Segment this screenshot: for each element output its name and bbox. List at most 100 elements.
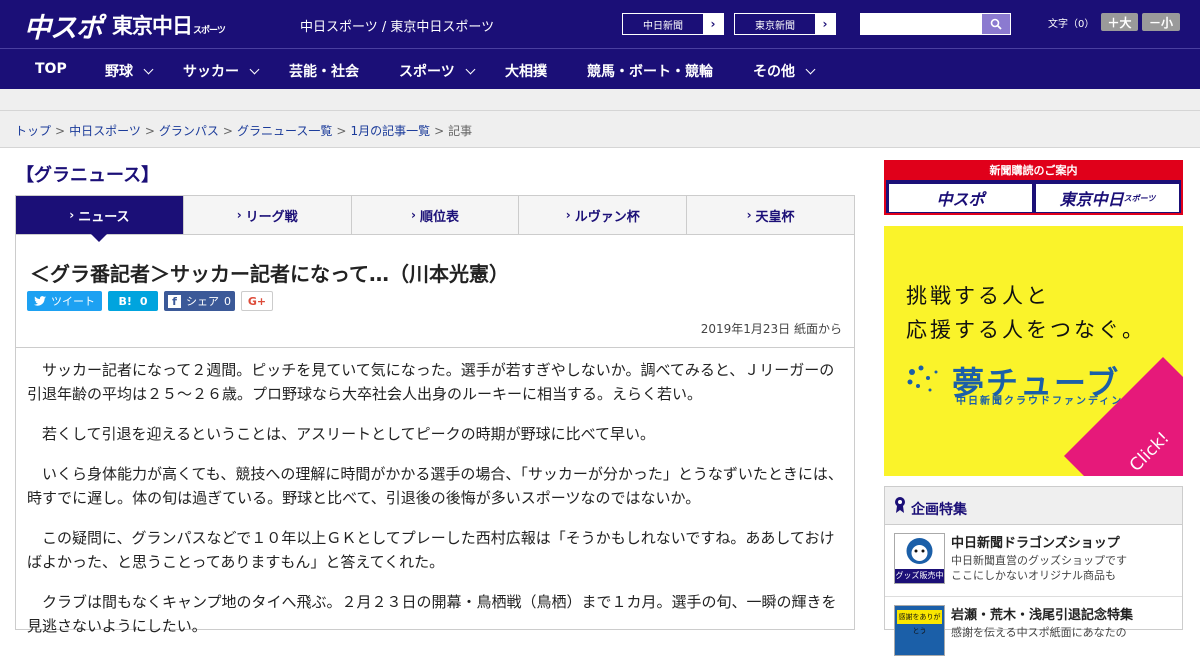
thumbnail-label: グッズ販売中 xyxy=(895,569,944,583)
yume-tube-ad[interactable]: 挑戦する人と 応援する人をつなぐ。 夢チューブ 中日新聞クラウドファンディング … xyxy=(884,226,1183,476)
search-button[interactable] xyxy=(982,14,1010,34)
hatena-icon: B! xyxy=(118,294,132,308)
nav-item-racing[interactable]: 競馬・ボート・競輪 xyxy=(587,61,713,81)
subscription-title: 新聞購読のご案内 xyxy=(886,162,1181,180)
feature-title: 企画特集 xyxy=(911,502,967,518)
nav-label: サッカー xyxy=(183,64,239,80)
feature-header: 企画特集 xyxy=(885,487,1182,525)
ad-subtitle: 中日新聞クラウドファンディング xyxy=(956,396,1136,407)
sub-nav-bar xyxy=(0,89,1200,111)
nav-item-sumo[interactable]: 大相撲 xyxy=(505,61,547,81)
main-nav: TOP 野球 サッカー 芸能・社会 スポーツ 大相撲 競馬・ボート・競輪 その他 xyxy=(0,48,1200,89)
chevron-right-icon: › xyxy=(69,208,75,222)
breadcrumb-separator: > xyxy=(55,124,66,138)
breadcrumb-separator: > xyxy=(222,124,233,138)
subscribe-tokyo-chunichi-button[interactable]: 東京中日 スポーツ xyxy=(1036,184,1179,212)
nav-item-entertainment[interactable]: 芸能・社会 xyxy=(289,61,359,81)
subscribe-chuspo-button[interactable]: 中スポ xyxy=(889,184,1032,212)
chevron-right-icon: › xyxy=(565,208,571,222)
tab-standings[interactable]: › 順位表 xyxy=(352,196,520,234)
nav-item-top[interactable]: TOP xyxy=(35,61,67,77)
nav-label: 芸能・社会 xyxy=(289,64,359,80)
tab-label: 順位表 xyxy=(419,209,459,225)
nav-label: 野球 xyxy=(105,64,133,80)
nav-label: TOP xyxy=(35,61,67,77)
nav-label: 競馬・ボート・競輪 xyxy=(587,64,713,80)
tokyo-chunichi-logo[interactable]: 東京中日スポーツ xyxy=(112,10,226,40)
site-names: 中日スポーツ / 東京中日スポーツ xyxy=(300,20,495,35)
nav-item-sports[interactable]: スポーツ xyxy=(399,61,476,81)
chevron-right-icon: › xyxy=(815,14,835,34)
search-box xyxy=(860,13,1011,35)
feature-item[interactable]: 感謝をありがとう 岩瀬・荒木・浅尾引退記念特集 感謝を伝える中スポ紙面にあなたの xyxy=(885,597,1182,669)
breadcrumb-separator: > xyxy=(434,124,445,138)
article-paragraph: クラブは間もなくキャンプ地のタイへ飛ぶ。２月２３日の開幕・鳥栖戦（鳥栖）まで１カ… xyxy=(27,593,837,635)
ad-line2: 応援する人をつなぐ。 xyxy=(906,318,1146,342)
tab-label: リーグ戦 xyxy=(245,209,298,225)
tweet-label: ツイート xyxy=(51,295,95,308)
breadcrumb-link[interactable]: グランパス xyxy=(159,124,219,138)
tab-emperors-cup[interactable]: › 天皇杯 xyxy=(687,196,854,234)
breadcrumb-link[interactable]: 1月の記事一覧 xyxy=(350,124,430,138)
nav-item-baseball[interactable]: 野球 xyxy=(105,61,154,81)
tab-league[interactable]: › リーグ戦 xyxy=(184,196,352,234)
thumbnail-label: 感謝をありがとう xyxy=(897,610,942,635)
chunichi-shimbun-label: 中日新聞 xyxy=(643,20,683,32)
retirement-feature-thumbnail: 感謝をありがとう xyxy=(894,605,945,656)
hatena-count: 0 xyxy=(139,294,148,308)
breadcrumb-link[interactable]: グラニュース一覧 xyxy=(237,124,332,138)
nav-label: 大相撲 xyxy=(505,64,547,80)
feature-item-desc-line: ここにしかないオリジナル商品も xyxy=(951,569,1116,582)
ad-line1: 挑戦する人と xyxy=(906,284,1050,308)
google-plus-button[interactable]: G+ xyxy=(241,291,273,311)
twitter-icon xyxy=(34,296,46,306)
article-paragraph: いくら身体能力が高くても、競技への理解に時間がかかる選手の場合、「サッカーが分か… xyxy=(27,465,843,507)
feature-item-desc-line: 中日新聞直営のグッズショップです xyxy=(951,554,1127,567)
feature-item-title: 岩瀬・荒木・浅尾引退記念特集 xyxy=(951,608,1134,623)
mascot-icon xyxy=(906,538,933,564)
facebook-share-button[interactable]: f シェア 0 xyxy=(164,291,235,311)
feature-item-title: 中日新聞ドラゴンズショップ xyxy=(951,536,1120,551)
breadcrumb-separator: > xyxy=(144,124,155,138)
hatena-bookmark-button[interactable]: B! 0 xyxy=(108,291,158,311)
chevron-down-icon xyxy=(143,64,154,74)
chevron-right-icon: › xyxy=(746,208,752,222)
chuspo-logo[interactable]: 中スポ xyxy=(24,6,103,45)
feature-item-desc: 中日新聞直営のグッズショップです ここにしかないオリジナル商品も xyxy=(951,553,1127,583)
breadcrumb-link[interactable]: 中日スポーツ xyxy=(69,124,141,138)
feature-item[interactable]: グッズ販売中 中日新聞ドラゴンズショップ 中日新聞直営のグッズショップです ここに… xyxy=(885,525,1182,597)
tab-news[interactable]: › ニュース xyxy=(16,196,184,242)
article-date: 2019年1月23日 紙面から xyxy=(700,322,842,336)
page-title: 【グラニュース】 xyxy=(16,165,160,186)
breadcrumb-link[interactable]: トップ xyxy=(15,124,51,138)
section-tabs: › ニュース › リーグ戦 › 順位表 › ルヴァン杯 › 天皇杯 xyxy=(15,195,855,242)
search-input[interactable] xyxy=(861,14,983,34)
tokyo-shimbun-label: 東京新聞 xyxy=(755,20,795,32)
nav-item-soccer[interactable]: サッカー xyxy=(183,61,260,81)
facebook-label: シェア xyxy=(186,295,219,308)
font-smaller-button[interactable]: －小 xyxy=(1142,13,1180,31)
tweet-button[interactable]: ツイート xyxy=(27,291,102,311)
feature-box: 企画特集 グッズ販売中 中日新聞ドラゴンズショップ 中日新聞直営のグッズショップ… xyxy=(884,486,1183,656)
tab-label: ルヴァン杯 xyxy=(574,209,640,225)
nav-label: その他 xyxy=(753,64,795,80)
font-larger-button[interactable]: ＋大 xyxy=(1101,13,1138,31)
tokyo-chunichi-logo-small: スポーツ xyxy=(193,26,226,36)
breadcrumb: トップ > 中日スポーツ > グランパス > グラニュース一覧 >1月の記事一覧 > 記事 xyxy=(15,122,472,139)
breadcrumb-current: 記事 xyxy=(448,124,473,138)
chevron-right-icon: › xyxy=(411,208,416,222)
chunichi-shimbun-link[interactable]: 中日新聞 › xyxy=(622,13,724,35)
search-icon xyxy=(990,18,1002,30)
dragons-shop-thumbnail: グッズ販売中 xyxy=(894,533,945,584)
nav-item-other[interactable]: その他 xyxy=(753,61,816,81)
article-headline: ＜グラ番記者＞サッカー記者になって…（川本光憲） xyxy=(30,262,509,286)
facebook-icon: f xyxy=(168,294,181,308)
article-header: ＜グラ番記者＞サッカー記者になって…（川本光憲） ツイート B! 0 f シェア… xyxy=(16,234,854,348)
article-paragraph: 若くして引退を迎えるということは、アスリートとしてピークの時期が野球に比べて早い… xyxy=(42,425,656,443)
tokyo-shimbun-link[interactable]: 東京新聞 › xyxy=(734,13,836,35)
tokyo-chunichi-logo-text: 東京中日 xyxy=(112,14,193,38)
tab-levain-cup[interactable]: › ルヴァン杯 xyxy=(519,196,688,234)
dots-icon xyxy=(907,365,938,392)
article-paragraph: この疑問に、グランパスなどで１０年以上ＧＫとしてプレーした西村広報は「そうかもし… xyxy=(27,529,835,571)
tab-label: 天皇杯 xyxy=(755,209,795,225)
